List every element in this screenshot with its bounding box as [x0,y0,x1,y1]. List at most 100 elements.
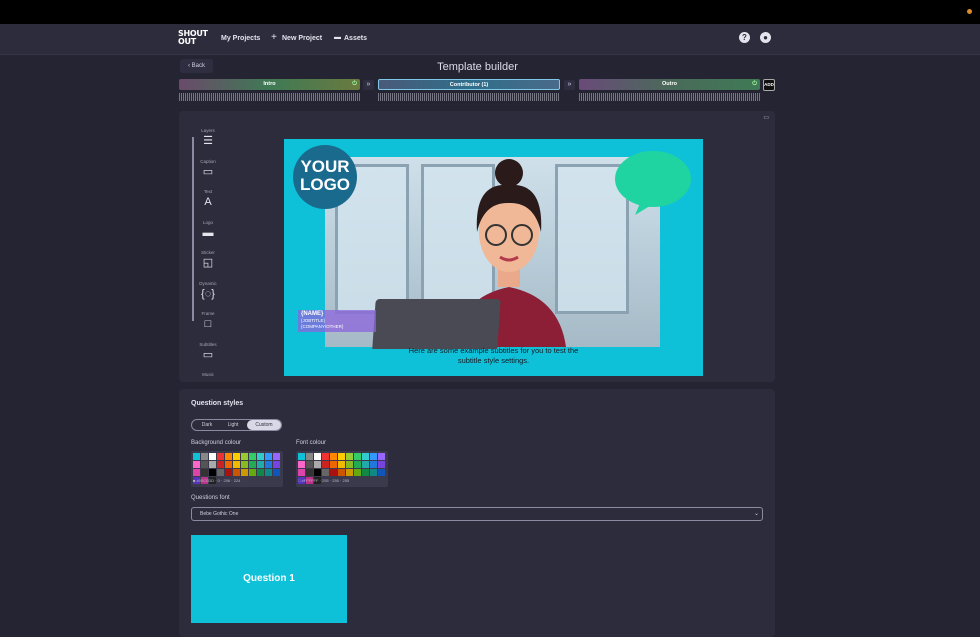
colour-swatch[interactable] [362,453,369,460]
logo-placeholder[interactable]: YOUR LOGO [293,145,357,209]
tool-text[interactable]: Text A [196,189,220,208]
power-icon[interactable]: ⏻ [752,81,757,88]
colour-swatch[interactable] [201,461,208,468]
help-icon[interactable]: ? [739,32,750,43]
colour-swatch[interactable] [257,461,264,468]
colour-swatch[interactable] [346,453,353,460]
colour-swatch[interactable] [193,453,200,460]
brand-logo[interactable]: SHOUT OUT [178,30,208,50]
mode-dark[interactable]: Dark [194,420,220,430]
colour-swatch[interactable] [354,461,361,468]
style-mode-toggle[interactable]: Dark Light Custom [191,419,282,431]
tool-sticker[interactable]: Sticker ◱ [196,250,220,269]
fullscreen-icon[interactable]: ▭ [763,114,769,121]
colour-swatch[interactable] [217,453,224,460]
colour-swatch[interactable] [378,461,385,468]
speech-bubble-sticker[interactable] [613,149,693,215]
colour-swatch[interactable] [249,461,256,468]
tool-music[interactable]: Music [196,372,220,380]
colour-swatch[interactable] [314,453,321,460]
colour-swatch[interactable] [338,461,345,468]
colour-swatch[interactable] [298,469,305,476]
colour-swatch[interactable] [273,469,280,476]
colour-swatch[interactable] [233,469,240,476]
colour-swatch[interactable] [209,461,216,468]
colour-swatch[interactable] [330,469,337,476]
colour-swatch[interactable] [209,453,216,460]
timeline-track-contributor[interactable]: Contributor (1) [378,79,560,104]
colour-swatch[interactable] [241,461,248,468]
colour-swatch[interactable] [225,461,232,468]
colour-swatch[interactable] [322,453,329,460]
colour-swatch[interactable] [273,453,280,460]
colour-swatch[interactable] [354,453,361,460]
colour-swatch[interactable] [225,469,232,476]
power-icon[interactable]: ⏻ [352,81,357,88]
colour-swatch[interactable] [370,469,377,476]
tool-logo[interactable]: Logo ▬ [196,220,220,239]
transition-chevron-icon[interactable]: » [564,80,575,90]
colour-swatch[interactable] [273,461,280,468]
colour-swatch[interactable] [314,469,321,476]
tool-subtitles[interactable]: Subtitles ▭ [196,342,220,361]
colour-swatch[interactable] [338,453,345,460]
colour-swatch[interactable] [265,453,272,460]
colour-swatch[interactable] [233,453,240,460]
timeline-track-intro[interactable]: Intro ⏻ [179,79,360,104]
transition-chevron-icon[interactable]: » [363,80,374,90]
colour-swatch[interactable] [362,469,369,476]
colour-swatch[interactable] [346,469,353,476]
nav-new-project[interactable]: New Project [282,35,322,42]
mode-custom[interactable]: Custom [247,420,281,430]
colour-swatch[interactable] [298,453,305,460]
colour-swatch[interactable] [306,453,313,460]
colour-swatch[interactable] [378,453,385,460]
tool-frame[interactable]: Frame □ [196,311,220,330]
colour-swatch[interactable] [346,461,353,468]
colour-swatch[interactable] [193,461,200,468]
colour-swatch[interactable] [225,453,232,460]
colour-swatch[interactable] [249,469,256,476]
colour-swatch[interactable] [257,453,264,460]
video-preview-canvas[interactable]: YOUR LOGO {NAME} {JOBTITLE} {COMPANY/OTHE… [284,139,703,376]
colour-swatch[interactable] [370,453,377,460]
colour-swatch[interactable] [265,469,272,476]
background-colour-picker[interactable]: ■ #00C0DD · 0 · 206 · 224 [191,451,283,487]
colour-swatch[interactable] [193,469,200,476]
colour-swatch[interactable] [338,469,345,476]
colour-swatch[interactable] [370,461,377,468]
colour-swatch[interactable] [217,461,224,468]
questions-font-select[interactable]: Bebe Gothic One ⌄ [191,507,763,521]
colour-swatch[interactable] [233,461,240,468]
nav-my-projects[interactable]: My Projects [221,35,260,42]
name-caption[interactable]: {NAME} {JOBTITLE} {COMPANY/OTHER} [298,310,376,332]
colour-swatch[interactable] [322,469,329,476]
colour-swatch[interactable] [298,461,305,468]
nav-assets[interactable]: Assets [344,35,367,42]
colour-swatch[interactable] [241,453,248,460]
mode-light[interactable]: Light [220,420,246,430]
font-colour-picker[interactable]: □ #FFFFFF · 255 · 255 · 255 [296,451,388,487]
colour-swatch[interactable] [249,453,256,460]
colour-swatch[interactable] [330,461,337,468]
colour-swatch[interactable] [201,469,208,476]
colour-swatch[interactable] [209,469,216,476]
tool-caption[interactable]: Caption ▭ [196,159,220,178]
account-icon[interactable]: ● [760,32,771,43]
add-track-button[interactable]: ADD [763,79,775,91]
colour-swatch[interactable] [201,453,208,460]
tool-dynamic[interactable]: Dynamic {◌} [196,281,220,300]
colour-swatch[interactable] [265,461,272,468]
colour-swatch[interactable] [257,469,264,476]
colour-swatch[interactable] [322,461,329,468]
colour-swatch[interactable] [241,469,248,476]
colour-swatch[interactable] [217,469,224,476]
colour-swatch[interactable] [354,469,361,476]
colour-swatch[interactable] [378,469,385,476]
timeline-track-outro[interactable]: Outro ⏻ [579,79,760,104]
colour-swatch[interactable] [362,461,369,468]
colour-swatch[interactable] [306,469,313,476]
colour-swatch[interactable] [306,461,313,468]
tool-layers[interactable]: Layers ☰ [196,128,220,147]
colour-swatch[interactable] [330,453,337,460]
